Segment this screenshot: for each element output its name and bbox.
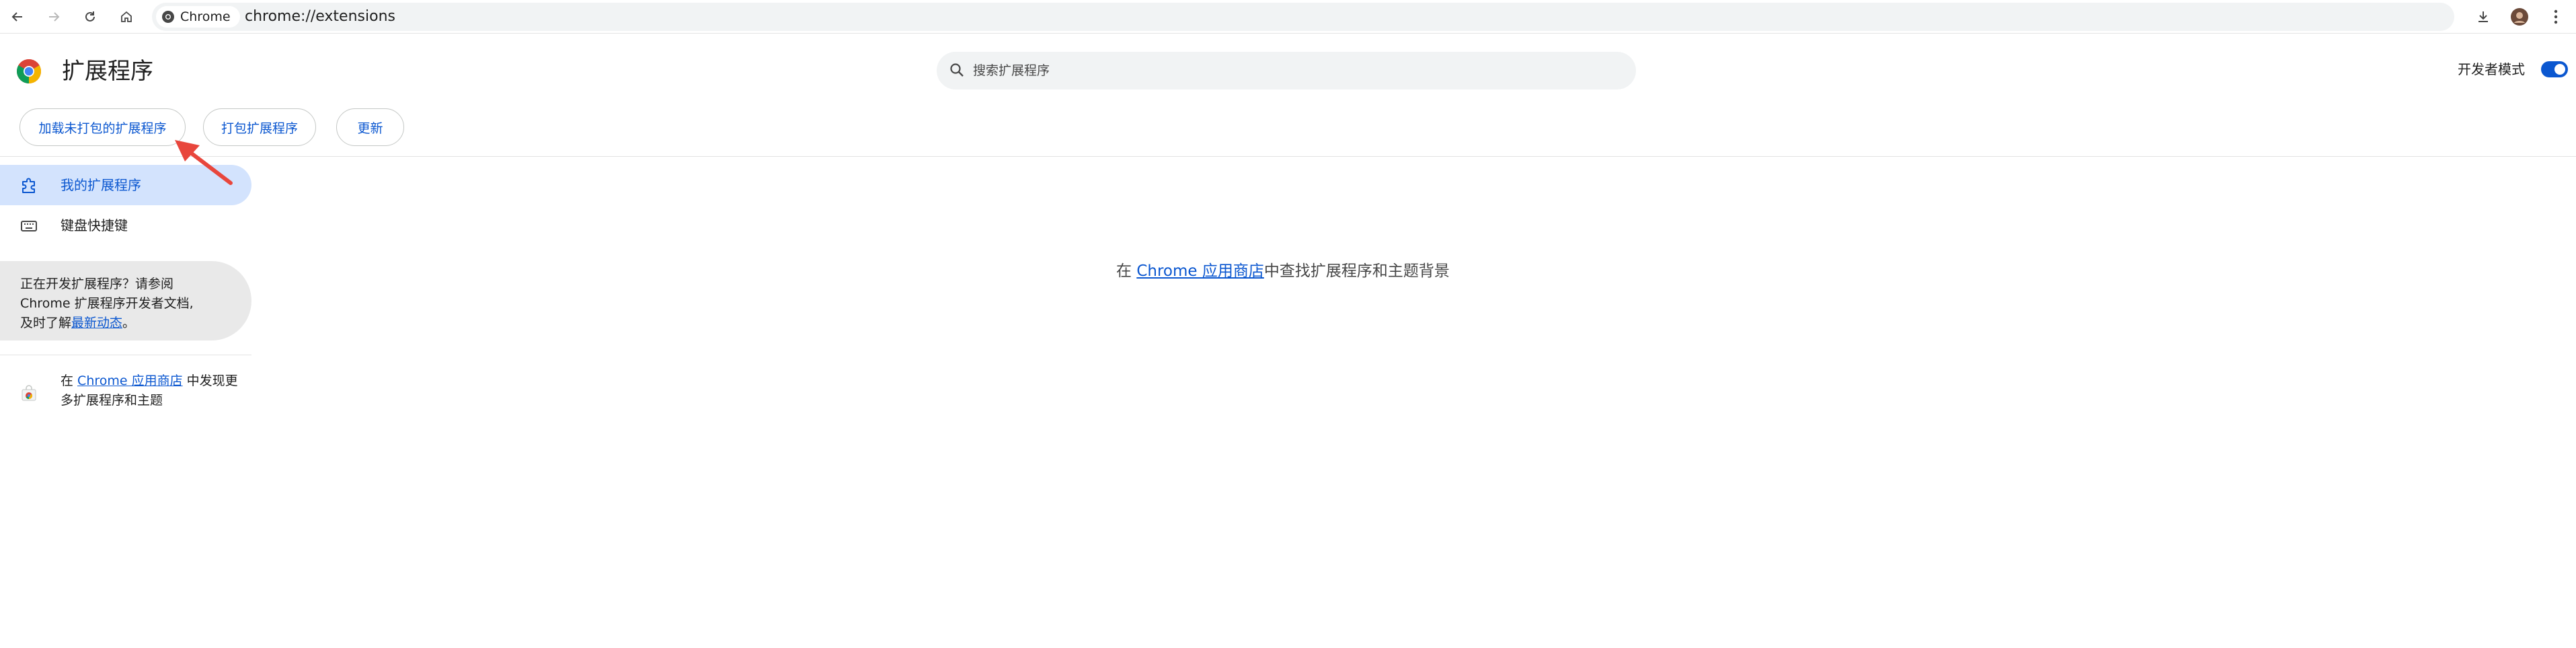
toggle-knob <box>2554 64 2565 75</box>
sidebar: 我的扩展程序 键盘快捷键 正在开发扩展程序？请参阅 Chrome 扩展程序开发者… <box>0 157 253 648</box>
sidebar-item-label: 我的扩展程序 <box>61 177 141 193</box>
download-icon <box>2479 11 2488 22</box>
dev-card-line: Chrome 扩展程序开发者文档, <box>20 296 194 311</box>
annotation-arrow-icon <box>175 140 233 185</box>
developer-mode-label: 开发者模式 <box>2458 61 2525 77</box>
extensions-header: 扩展程序 开发者模式 加载未打包的扩展程序 打包扩展程序 更新 <box>0 34 2576 157</box>
forward-arrow-icon <box>49 12 60 22</box>
reload-button[interactable] <box>79 6 101 28</box>
sidebar-item-keyboard-shortcuts[interactable]: 键盘快捷键 <box>0 205 251 246</box>
developer-mode-toggle[interactable] <box>2541 61 2568 77</box>
keyboard-icon <box>21 221 37 231</box>
back-button[interactable] <box>7 6 28 28</box>
search-icon <box>950 63 964 77</box>
web-store-promo: 在 Chrome 应用商店 中发现更多扩展程序和主题 <box>0 371 251 419</box>
dev-card-text: 。 <box>122 316 136 330</box>
profile-avatar[interactable] <box>2509 6 2530 28</box>
empty-state-text: 中查找扩展程序和主题背景 <box>1263 262 1450 280</box>
dev-card-text: 及时了解 <box>20 316 72 330</box>
bookmark-button[interactable] <box>2573 6 2576 28</box>
web-store-promo-text: 在 Chrome 应用商店 中发现更多扩展程序和主题 <box>61 371 242 410</box>
web-store-icon <box>22 385 36 401</box>
site-chip[interactable]: Chrome <box>156 6 240 28</box>
empty-state-message: 在 Chrome 应用商店中查找扩展程序和主题背景 <box>1116 261 1450 281</box>
forward-button[interactable] <box>43 6 65 28</box>
chrome-logo-icon <box>16 59 42 83</box>
reload-icon <box>85 11 95 22</box>
extension-icon <box>22 178 35 193</box>
empty-state-text: 在 <box>1116 262 1137 280</box>
load-unpacked-button[interactable]: 加载未打包的扩展程序 <box>19 108 186 146</box>
sidebar-item-label: 键盘快捷键 <box>61 217 128 233</box>
developer-docs-card: 正在开发扩展程序？请参阅 Chrome 扩展程序开发者文档, 及时了解最新动态。 <box>0 261 251 340</box>
dev-card-line: 及时了解最新动态。 <box>20 314 235 333</box>
search-bar[interactable] <box>937 52 1636 89</box>
address-bar[interactable]: Chrome chrome://extensions <box>152 3 2454 31</box>
browser-toolbar: Chrome chrome://extensions <box>0 0 2576 34</box>
menu-button[interactable] <box>2545 6 2567 28</box>
dev-card-line: 正在开发扩展程序？请参阅 <box>20 277 174 291</box>
latest-news-link[interactable]: 最新动态 <box>71 316 122 330</box>
home-button[interactable] <box>116 6 137 28</box>
downloads-button[interactable] <box>2472 6 2494 28</box>
more-vert-icon <box>2554 9 2558 24</box>
search-input[interactable] <box>972 57 1617 84</box>
home-icon <box>121 11 132 22</box>
web-store-link[interactable]: Chrome 应用商店 <box>77 373 183 388</box>
page-title: 扩展程序 <box>62 58 153 85</box>
chrome-logo-icon <box>162 11 174 23</box>
promo-text: 在 <box>61 373 78 388</box>
update-button[interactable]: 更新 <box>336 108 404 146</box>
url-text[interactable]: chrome://extensions <box>245 9 395 25</box>
web-store-link[interactable]: Chrome 应用商店 <box>1136 262 1264 280</box>
site-chip-label: Chrome <box>180 9 231 24</box>
back-arrow-icon <box>11 12 22 22</box>
avatar-icon <box>2511 8 2528 26</box>
